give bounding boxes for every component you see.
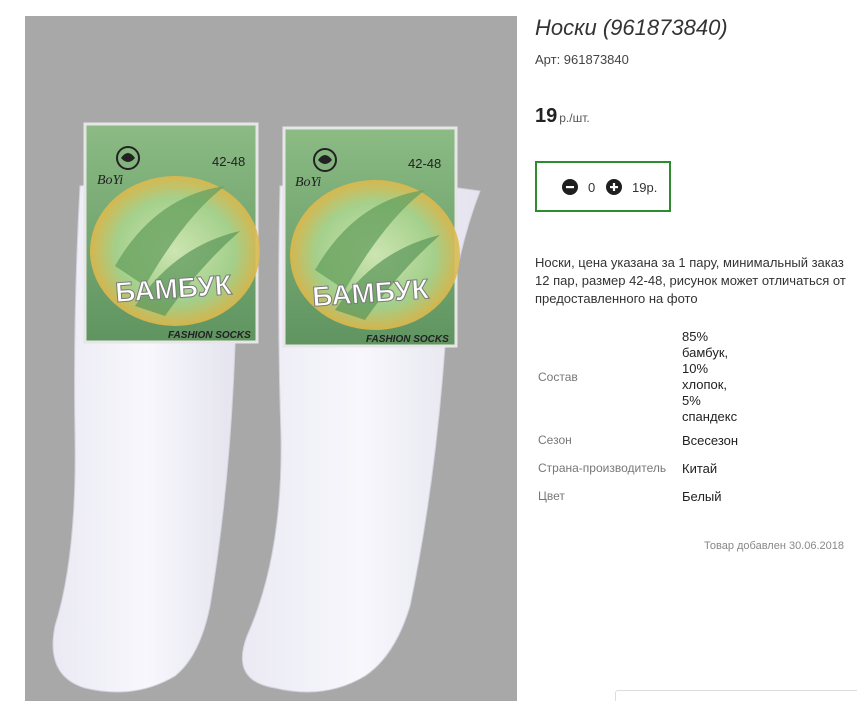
date-added: Товар добавлен 30.06.2018	[704, 540, 845, 552]
product-photo[interactable]: BoYi 42-48 БАМБУК FASHION SOCKS BoYi 42-…	[25, 16, 517, 701]
attribute-label: Сезон	[538, 433, 572, 447]
attribute-row-country: Страна-производитель Китай	[535, 460, 857, 480]
attribute-row-color: Цвет Белый	[535, 488, 857, 508]
decrease-quantity-button[interactable]	[562, 179, 578, 195]
price-value: 19	[535, 105, 558, 127]
svg-text:BoYi: BoYi	[295, 175, 321, 190]
attribute-label: Состав	[538, 370, 578, 384]
attribute-value: Белый	[682, 489, 722, 504]
minus-icon	[566, 186, 574, 189]
attribute-label: Цвет	[538, 489, 565, 503]
product-price: 19 р./шт.	[535, 105, 590, 128]
attribute-value: Всесезон	[682, 433, 739, 448]
quantity-selector: 0 19р.	[535, 161, 671, 212]
attribute-row-season: Сезон Всесезон	[535, 432, 857, 452]
socks-image: BoYi 42-48 БАМБУК FASHION SOCKS BoYi 42-…	[52, 122, 481, 693]
price-unit: р./шт.	[559, 111, 590, 125]
product-title: Носки (961873840)	[535, 15, 728, 40]
product-info: Носки (961873840) Арт: 961873840 19 р./шт…	[535, 0, 857, 701]
product-page: BoYi 42-48 БАМБУК FASHION SOCKS BoYi 42-…	[0, 0, 857, 701]
attribute-value: Китай	[682, 461, 718, 476]
svg-text:42-48: 42-48	[408, 156, 441, 171]
attribute-value: 85% бамбук, 10% хлопок, 5% спандекс	[682, 329, 738, 424]
bottom-panel	[615, 690, 857, 701]
product-sku: Арт: 961873840	[535, 52, 629, 67]
attribute-label: Страна-производитель	[538, 461, 667, 475]
svg-text:42-48: 42-48	[212, 154, 245, 169]
attribute-row-composition: Состав 85% бамбук, 10% хлопок, 5% спанде…	[535, 328, 857, 428]
svg-text:BoYi: BoYi	[97, 173, 123, 188]
product-description: Носки, цена указана за 1 пару, минимальн…	[535, 255, 846, 306]
svg-text:FASHION SOCKS: FASHION SOCKS	[366, 334, 449, 345]
quantity-value[interactable]: 0	[588, 180, 595, 195]
svg-text:FASHION SOCKS: FASHION SOCKS	[168, 330, 251, 341]
increase-quantity-button[interactable]	[606, 179, 622, 195]
quantity-total: 19р.	[632, 180, 658, 195]
plus-icon	[610, 183, 618, 191]
